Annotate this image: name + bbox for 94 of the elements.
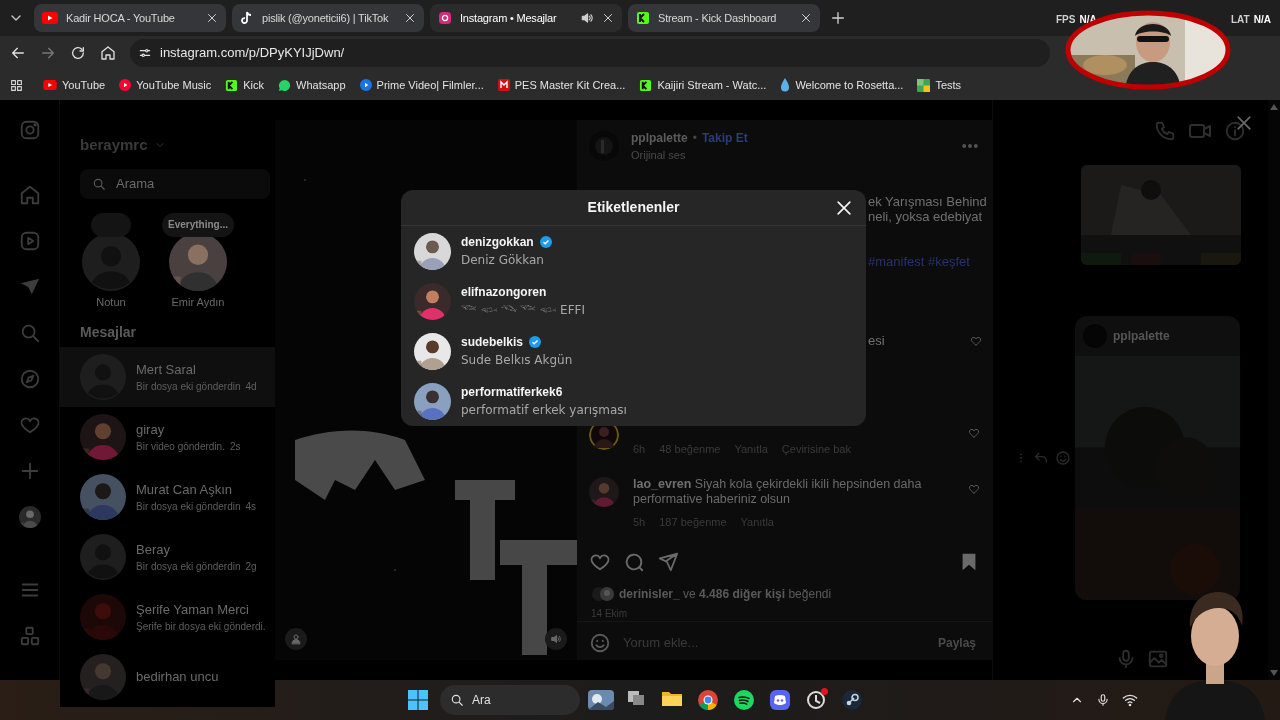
message-preview: Bir video gönderdin. — [136, 440, 225, 455]
bookmark[interactable]: PES Master Kit Crea... — [497, 76, 626, 94]
dialog-title: Etiketlenenler — [587, 198, 680, 217]
browser-tab[interactable]: Kadir HOCA - YouTube — [34, 4, 226, 32]
home-icon[interactable] — [100, 45, 116, 61]
browser-icon[interactable] — [698, 690, 718, 710]
fps-label: FPS — [1056, 13, 1076, 27]
reload-icon[interactable] — [70, 45, 86, 61]
contact-name: bedirhan uncu — [136, 668, 219, 687]
like-icon[interactable] — [968, 426, 980, 439]
game-app-icon[interactable] — [842, 690, 862, 710]
play-circle-icon — [359, 79, 372, 91]
caption-text: ek Yarışması Behind — [868, 194, 988, 209]
search-field[interactable]: Arama — [80, 168, 270, 199]
bookmark[interactable]: Kaijiri Stream - Watc... — [639, 76, 767, 94]
close-icon[interactable] — [834, 198, 854, 218]
message-preview: Şerife bir dosya eki gönderdi. — [136, 620, 266, 635]
wifi-icon[interactable] — [1122, 692, 1138, 708]
close-icon[interactable] — [800, 12, 812, 24]
contact-name: Mert Saral — [136, 360, 197, 379]
message-preview: Bir dosya eki gönderdin — [136, 560, 241, 575]
bookmark[interactable]: Prime Video| Filmler... — [359, 76, 484, 94]
task-view-icon[interactable] — [627, 690, 645, 706]
logo-icon — [225, 78, 239, 92]
note-bubble[interactable]: Everything... — [162, 212, 234, 237]
app-icon[interactable] — [806, 690, 826, 710]
like-icon[interactable] — [970, 334, 982, 347]
search-icon — [450, 693, 464, 707]
microphone-icon[interactable] — [1096, 693, 1110, 707]
speaker-icon[interactable] — [580, 11, 594, 25]
note-icon — [240, 11, 254, 25]
logo-icon — [497, 79, 510, 91]
caption-text: esi — [868, 332, 885, 350]
play-icon — [43, 80, 57, 90]
likes-summary[interactable]: derinisler_ ve 4.486 diğer kişi beğendi — [619, 584, 832, 603]
browser-tab[interactable]: pislik (@yoneticii6) | TikTok — [232, 4, 424, 32]
site-info-icon[interactable] — [138, 46, 152, 60]
comment-text: lao_evren Siyah kola çekirdekli ikili hepsinden daha performative haberiniz olsun — [633, 477, 923, 507]
apps-icon[interactable] — [10, 78, 23, 92]
music-app-icon[interactable] — [734, 690, 754, 710]
play-icon — [42, 12, 58, 24]
info-icon[interactable] — [1224, 120, 1246, 142]
address-bar[interactable]: instagram.com/p/DPyKYIJjDwn/ — [130, 39, 1050, 67]
browser-tab[interactable]: Instagram • Mesajlar — [430, 4, 622, 32]
bookmark[interactable]: Whatsapp — [278, 76, 346, 94]
play-circle-icon — [119, 79, 132, 91]
drop-icon — [780, 78, 791, 92]
bookmark[interactable]: YouTube Music — [119, 76, 212, 94]
contact-name: Şerife Yaman Merci — [136, 600, 250, 619]
camera-icon — [438, 11, 452, 25]
browser-tab[interactable]: Stream - Kick Dashboard — [628, 4, 820, 32]
bookmark[interactable]: YouTube — [43, 76, 106, 94]
chat-bubble-icon — [278, 78, 292, 92]
chat-app-icon[interactable] — [770, 690, 790, 710]
share-icon[interactable] — [657, 550, 679, 573]
separator-dot: • — [692, 129, 697, 147]
message-time: 4s — [245, 500, 257, 515]
scroll-down-icon[interactable] — [1270, 670, 1278, 676]
message-preview: Bir dosya eki gönderdin — [136, 500, 241, 515]
close-icon[interactable] — [602, 12, 614, 24]
close-icon[interactable] — [206, 12, 218, 24]
note-name: Notun — [96, 294, 126, 310]
note-name: Emir Aydın — [171, 294, 225, 310]
start-icon[interactable] — [408, 690, 428, 710]
latency-value: N/A — [1253, 13, 1271, 27]
message-time: 2g — [245, 560, 257, 575]
search-button[interactable]: Ara — [440, 685, 580, 715]
search-icon — [92, 176, 106, 191]
caption-text: neli, yoksa edebiyat — [868, 209, 984, 224]
contact-name: Beray — [136, 540, 171, 559]
section-heading: Mesajlar — [79, 323, 138, 342]
close-icon[interactable] — [404, 12, 416, 24]
like-icon[interactable] — [968, 483, 980, 495]
conversation-row[interactable]: Mert Saral Bir dosya eki gönderdin 4d — [60, 347, 275, 407]
folder-icon[interactable] — [662, 690, 682, 706]
emoji-icon[interactable] — [589, 632, 611, 654]
bookmark[interactable]: Welcome to Rosetta... — [780, 76, 904, 94]
logo-icon — [636, 11, 650, 25]
author-name[interactable]: pplpalette — [631, 128, 688, 147]
bookmark[interactable]: Tests — [917, 76, 962, 94]
message-time: 2s — [229, 440, 241, 455]
contact-name: giray — [136, 420, 166, 439]
grid-sheet-icon — [917, 78, 931, 92]
bookmark[interactable]: Kick — [225, 76, 265, 94]
new-tab-icon[interactable] — [830, 10, 846, 26]
scroll-up-icon[interactable] — [1270, 104, 1278, 110]
logo-icon — [639, 78, 653, 92]
forward-icon[interactable] — [40, 45, 56, 61]
author-name: pplpalette — [1113, 328, 1170, 345]
contact-name: Murat Can Aşkın — [136, 480, 234, 499]
message-preview: Bir dosya eki gönderdin — [136, 380, 241, 395]
back-icon[interactable] — [10, 45, 26, 61]
latency-label: LAT — [1231, 13, 1250, 27]
message-time: 4d — [245, 380, 257, 395]
